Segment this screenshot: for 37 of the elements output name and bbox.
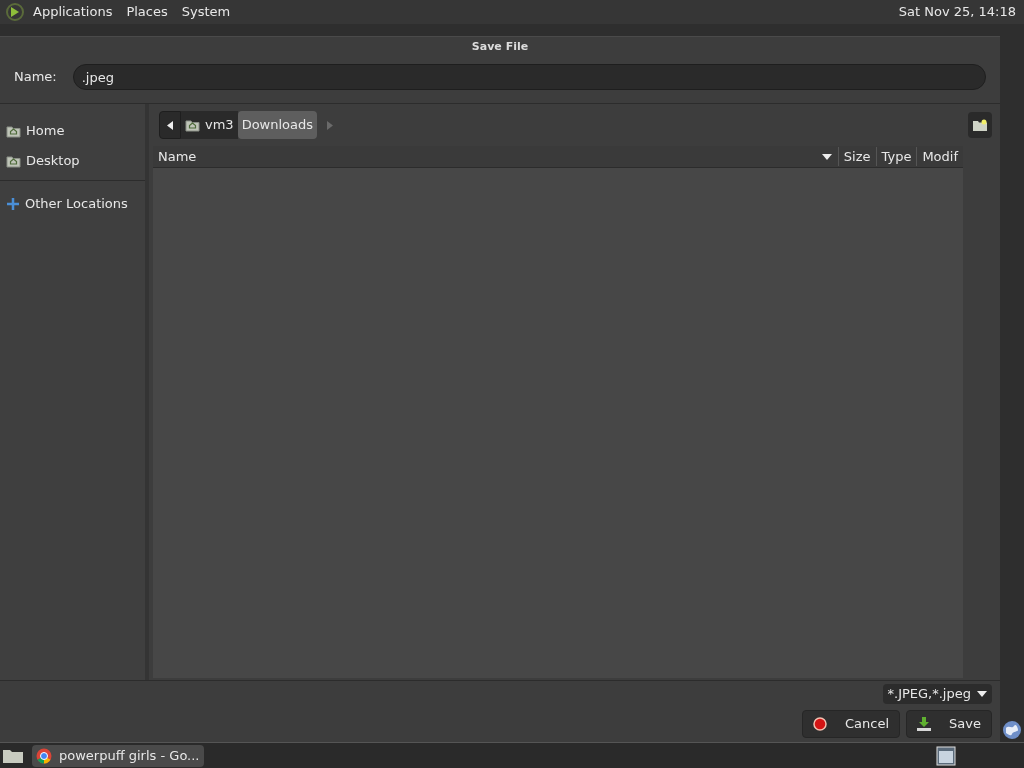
stop-icon bbox=[813, 717, 828, 731]
name-field[interactable]: .jpeg bbox=[72, 64, 986, 90]
window-title: Save File bbox=[471, 38, 529, 55]
dropdown-arrow-icon bbox=[977, 691, 987, 697]
right-arrow-icon bbox=[327, 120, 334, 130]
browser-icon bbox=[36, 747, 52, 764]
new-folder-button[interactable] bbox=[968, 112, 992, 138]
home-folder-icon bbox=[185, 118, 200, 132]
distro-logo-icon bbox=[4, 2, 26, 22]
cancel-button[interactable]: Cancel bbox=[802, 710, 901, 738]
column-heading[interactable]: Size bbox=[837, 146, 876, 167]
column-heading[interactable]: Name bbox=[153, 146, 838, 167]
folder-icon bbox=[2, 747, 24, 764]
download-icon bbox=[917, 717, 932, 731]
save-button[interactable]: Save bbox=[906, 710, 992, 738]
path-segment[interactable]: vm3 bbox=[181, 111, 238, 139]
clock: Sat Nov 25, 14:18 bbox=[898, 3, 1017, 22]
sidebar-item[interactable]: Home bbox=[0, 116, 145, 146]
sort-arrow-icon bbox=[821, 153, 832, 160]
panel-menu[interactable]: Places bbox=[119, 2, 175, 22]
panel-menu[interactable]: System bbox=[174, 2, 238, 22]
globe-icon bbox=[1002, 720, 1022, 740]
path-segment[interactable]: Downloads bbox=[237, 111, 318, 139]
window-icon bbox=[936, 745, 956, 766]
new-folder-icon bbox=[972, 118, 988, 132]
sidebar-item[interactable]: Other Locations bbox=[0, 189, 145, 219]
panel-menu[interactable]: Applications bbox=[26, 2, 120, 22]
left-arrow-icon bbox=[167, 120, 173, 130]
plus-icon bbox=[6, 197, 20, 211]
column-heading[interactable]: Type bbox=[875, 146, 917, 167]
file-type-dropdown[interactable]: *.JPEG,*.jpeg bbox=[882, 684, 992, 704]
back-button[interactable] bbox=[159, 111, 181, 139]
taskbar-task[interactable]: powerpuff girls - Go... bbox=[32, 744, 204, 767]
folder-icon bbox=[6, 124, 21, 138]
name-label: Name: bbox=[14, 68, 57, 87]
folder-icon bbox=[6, 154, 21, 168]
sidebar-item[interactable]: Desktop bbox=[0, 146, 145, 176]
